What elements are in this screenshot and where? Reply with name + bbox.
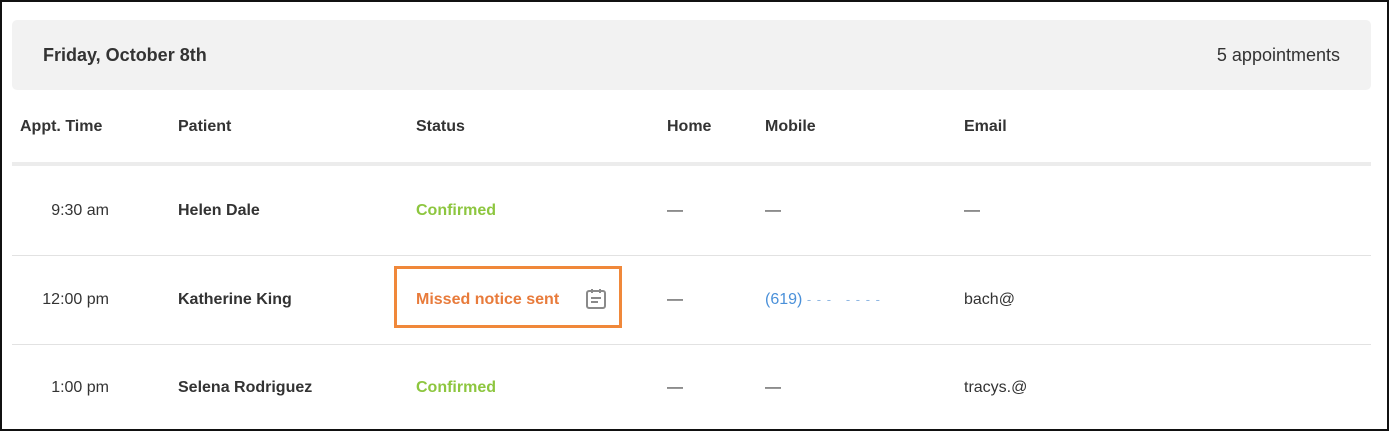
email[interactable]: bach@ [964, 291, 1015, 309]
email: — [964, 202, 980, 219]
home-phone: — [667, 202, 683, 219]
column-header-time[interactable]: Appt. Time [20, 118, 102, 136]
column-header-patient[interactable]: Patient [178, 118, 231, 136]
appt-time: 9:30 am [51, 202, 109, 219]
column-header-email[interactable]: Email [964, 118, 1007, 136]
day-title: Friday, October 8th [43, 45, 207, 65]
row-divider [12, 255, 1371, 256]
mobile-phone: — [765, 202, 781, 219]
row-divider [12, 344, 1371, 345]
status-confirmed: Confirmed [416, 202, 496, 219]
appointment-count: 5 appointments [1216, 45, 1340, 65]
mobile-phone-link[interactable]: (619) - - - - - - - [765, 291, 881, 309]
column-header-mobile[interactable]: Mobile [765, 118, 816, 136]
appointments-panel: Friday, October 8th 5 appointments Appt.… [0, 0, 1389, 431]
column-header-home[interactable]: Home [667, 118, 711, 136]
email[interactable]: tracys.@ [964, 379, 1027, 397]
patient-name[interactable]: Selena Rodriguez [178, 379, 312, 397]
patient-name[interactable]: Katherine King [178, 291, 292, 309]
home-phone: — [667, 379, 683, 396]
appt-time: 1:00 pm [51, 379, 109, 396]
column-header-status[interactable]: Status [416, 118, 465, 136]
notes-icon[interactable] [585, 288, 607, 310]
mobile-redacted: - - - - - - - [806, 292, 882, 307]
mobile-phone: — [765, 379, 781, 396]
header-divider [12, 162, 1371, 166]
status-missed-notice[interactable]: Missed notice sent [416, 291, 559, 309]
patient-name[interactable]: Helen Dale [178, 202, 260, 220]
day-header: Friday, October 8th 5 appointments [12, 20, 1371, 90]
mobile-area-code: (619) [765, 291, 803, 308]
status-confirmed: Confirmed [416, 379, 496, 396]
appt-time: 12:00 pm [42, 291, 109, 308]
home-phone: — [667, 291, 683, 308]
